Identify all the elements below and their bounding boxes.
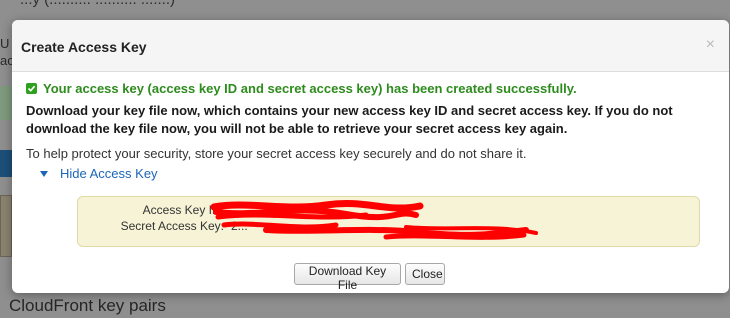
security-note: To help protect your security, store you… <box>26 146 527 161</box>
secret-access-key-label: Secret Access Key: <box>120 219 224 233</box>
hide-access-key-label: Hide Access Key <box>60 166 158 181</box>
background-primary-button <box>0 150 12 177</box>
modal-header: Create Access Key × <box>12 20 729 72</box>
background-section-heading: CloudFront key pairs <box>9 296 166 315</box>
access-key-id-label: Access Key ID: <box>142 203 224 217</box>
create-access-key-modal: Create Access Key × Your access key (acc… <box>12 20 729 293</box>
success-text: Your access key (access key ID and secre… <box>43 81 577 96</box>
triangle-down-icon <box>40 170 48 177</box>
success-message: Your access key (access key ID and secre… <box>26 81 577 96</box>
redaction-scribble <box>210 199 538 240</box>
background-header-text: ...y (.......... .......... .......) <box>20 0 175 8</box>
download-key-file-button[interactable]: Download Key File <box>294 263 401 292</box>
close-icon[interactable]: × <box>706 36 715 54</box>
checkmark-icon <box>26 83 37 94</box>
close-button[interactable]: Close <box>405 263 445 285</box>
modal-title: Create Access Key <box>21 39 147 55</box>
background-success-banner <box>0 86 12 120</box>
download-warning: Download your key file now, which contai… <box>26 103 673 136</box>
hide-access-key-link[interactable]: Hide Access Key <box>40 166 158 181</box>
background-info-box <box>0 195 12 257</box>
access-key-panel: Access Key ID: Secret Access Key: 2... <box>77 196 700 247</box>
background-left-letter: U <box>0 36 10 51</box>
